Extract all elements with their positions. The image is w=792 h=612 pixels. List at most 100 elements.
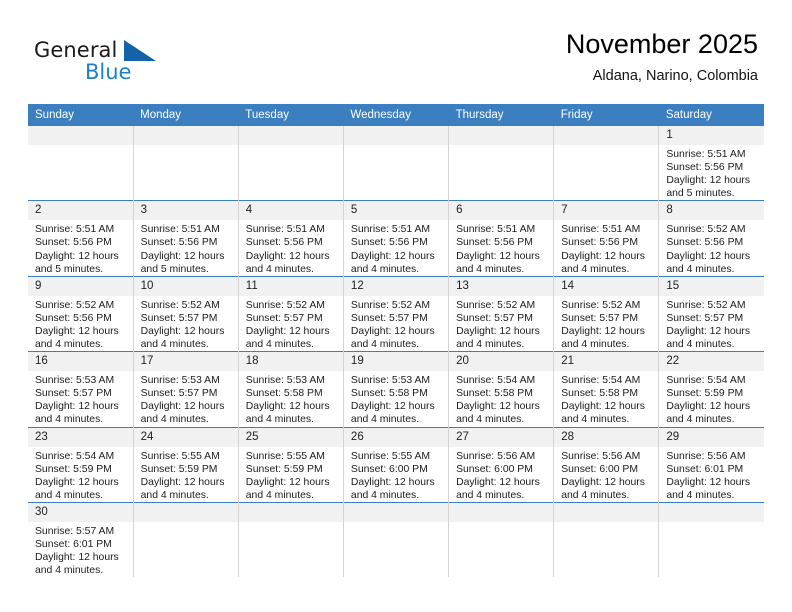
weekday-header-friday: Friday [553, 104, 659, 126]
daylight-duration-line1: Daylight: 12 hours [666, 401, 751, 413]
sunset-time: Sunset: 5:56 PM [456, 237, 533, 249]
day-details: Sunrise: 5:53 AM Sunset: 5:58 PM Daylight:… [239, 371, 343, 426]
day-number [238, 126, 343, 145]
calendar-day-cell[interactable]: 23 Sunrise: 5:54 AM Sunset: 5:59 PM Dayligh… [28, 426, 134, 503]
calendar-day-cell[interactable]: 13 Sunrise: 5:52 AM Sunset: 5:57 PM Dayligh… [448, 275, 555, 352]
calendar-day-cell[interactable]: 2 Sunrise: 5:51 AM Sunset: 5:56 PM Daylight… [28, 200, 134, 277]
calendar-day-cell[interactable]: 10 Sunrise: 5:52 AM Sunset: 5:57 PM Dayligh… [133, 275, 239, 352]
calendar-day-cell[interactable]: 6 Sunrise: 5:51 AM Sunset: 5:56 PM Daylight… [448, 200, 555, 277]
calendar-day-cell[interactable]: 18 Sunrise: 5:53 AM Sunset: 5:58 PM Dayligh… [238, 351, 344, 427]
daylight-duration-line2: and 5 minutes. [666, 188, 735, 200]
calendar-day-cell[interactable]: 16 Sunrise: 5:53 AM Sunset: 5:57 PM Dayligh… [28, 351, 134, 427]
day-number [133, 502, 238, 522]
calendar-week-row: 30 Sunrise: 5:57 AM Sunset: 6:01 PM Dayligh… [28, 501, 764, 578]
daylight-duration-line2: and 4 minutes. [561, 339, 630, 351]
calendar-week-row: 1 Sunrise: 5:51 AM Sunset: 5:56 PM Daylight… [28, 126, 764, 201]
day-number [133, 126, 238, 145]
calendar-day-cell[interactable]: 26 Sunrise: 5:55 AM Sunset: 6:00 PM Dayligh… [343, 426, 450, 503]
daylight-duration-line1: Daylight: 12 hours [666, 476, 751, 488]
sunrise-sunset-calendar-table: Sunday Monday Tuesday Wednesday Thursday… [28, 104, 764, 578]
calendar-day-cell-empty [133, 501, 239, 578]
day-details: Sunrise: 5:53 AM Sunset: 5:57 PM Daylight:… [28, 371, 133, 426]
daylight-duration-line2: and 4 minutes. [245, 339, 314, 351]
sunrise-time: Sunrise: 5:54 AM [561, 375, 641, 387]
sunset-time: Sunset: 5:57 PM [35, 388, 112, 400]
calendar-day-cell[interactable]: 22 Sunrise: 5:54 AM Sunset: 5:59 PM Dayligh… [658, 351, 764, 427]
day-details: Sunrise: 5:55 AM Sunset: 5:59 PM Daylight:… [239, 447, 343, 502]
calendar-day-cell[interactable]: 9 Sunrise: 5:52 AM Sunset: 5:56 PM Daylight… [28, 275, 134, 352]
daylight-duration-line1: Daylight: 12 hours [456, 401, 540, 413]
daylight-duration-line2: and 4 minutes. [245, 414, 314, 426]
calendar-body: 1 Sunrise: 5:51 AM Sunset: 5:56 PM Daylight… [28, 126, 764, 578]
day-number: 21 [554, 352, 659, 372]
day-number [449, 126, 554, 145]
calendar-day-cell[interactable]: 24 Sunrise: 5:55 AM Sunset: 5:59 PM Dayligh… [133, 426, 239, 503]
day-number: 30 [28, 502, 133, 522]
page-title: November 2025 [565, 29, 758, 59]
day-number [659, 502, 764, 522]
day-details: Sunrise: 5:51 AM Sunset: 5:56 PM Daylight:… [134, 220, 238, 275]
day-details: Sunrise: 5:52 AM Sunset: 5:57 PM Daylight:… [239, 296, 343, 351]
calendar-day-cell[interactable]: 1 Sunrise: 5:51 AM Sunset: 5:56 PM Daylight… [658, 126, 764, 201]
daylight-duration-line1: Daylight: 12 hours [140, 325, 225, 337]
daylight-duration-line1: Daylight: 12 hours [350, 401, 435, 413]
calendar-day-cell[interactable]: 21 Sunrise: 5:54 AM Sunset: 5:58 PM Dayligh… [553, 351, 660, 427]
day-details: Sunrise: 5:51 AM Sunset: 5:56 PM Daylight:… [344, 220, 448, 275]
day-number: 29 [659, 427, 764, 447]
weekday-header-row: Sunday Monday Tuesday Wednesday Thursday… [28, 104, 764, 126]
calendar-day-cell[interactable]: 15 Sunrise: 5:52 AM Sunset: 5:57 PM Dayligh… [658, 275, 764, 352]
daylight-duration-line2: and 4 minutes. [350, 263, 420, 275]
day-number: 25 [238, 427, 343, 447]
daylight-duration-line1: Daylight: 12 hours [666, 325, 751, 337]
calendar-day-cell[interactable]: 14 Sunrise: 5:52 AM Sunset: 5:57 PM Dayligh… [553, 275, 660, 352]
calendar-day-cell[interactable]: 8 Sunrise: 5:52 AM Sunset: 5:56 PM Daylight… [658, 200, 764, 277]
daylight-duration-line1: Daylight: 12 hours [245, 401, 330, 413]
sunset-time: Sunset: 5:56 PM [350, 237, 428, 249]
day-number: 19 [343, 352, 449, 372]
calendar-day-cell[interactable]: 5 Sunrise: 5:51 AM Sunset: 5:56 PM Daylight… [343, 200, 450, 277]
calendar-day-cell[interactable]: 7 Sunrise: 5:51 AM Sunset: 5:56 PM Daylight… [553, 200, 660, 277]
sunrise-time: Sunrise: 5:53 AM [35, 375, 115, 387]
day-number [449, 502, 554, 522]
calendar-day-cell[interactable]: 19 Sunrise: 5:53 AM Sunset: 5:58 PM Dayligh… [343, 351, 450, 427]
daylight-duration-line2: and 5 minutes. [35, 263, 104, 275]
day-number: 24 [133, 427, 238, 447]
calendar-week-row: 23 Sunrise: 5:54 AM Sunset: 5:59 PM Dayligh… [28, 426, 764, 503]
daylight-duration-line2: and 4 minutes. [350, 489, 420, 501]
weekday-header-wednesday: Wednesday [343, 104, 449, 126]
day-number: 28 [554, 427, 659, 447]
sunrise-time: Sunrise: 5:57 AM [35, 525, 115, 537]
calendar-day-cell-empty [658, 501, 764, 578]
day-details: Sunrise: 5:53 AM Sunset: 5:58 PM Daylight:… [344, 371, 448, 426]
calendar-day-cell[interactable]: 12 Sunrise: 5:52 AM Sunset: 5:57 PM Dayligh… [343, 275, 450, 352]
daylight-duration-line2: and 4 minutes. [35, 339, 104, 351]
calendar-day-cell[interactable]: 11 Sunrise: 5:52 AM Sunset: 5:57 PM Dayligh… [238, 275, 344, 352]
daylight-duration-line2: and 4 minutes. [666, 489, 735, 501]
calendar-day-cell[interactable]: 17 Sunrise: 5:53 AM Sunset: 5:57 PM Dayligh… [133, 351, 239, 427]
daylight-duration-line1: Daylight: 12 hours [35, 250, 119, 262]
day-number: 9 [28, 276, 133, 296]
calendar-day-cell[interactable]: 29 Sunrise: 5:56 AM Sunset: 6:01 PM Dayligh… [658, 426, 764, 503]
sunset-time: Sunset: 5:59 PM [35, 463, 112, 475]
generalblue-logo[interactable]: General Blue [34, 38, 214, 90]
day-details: Sunrise: 5:56 AM Sunset: 6:00 PM Daylight:… [554, 447, 658, 502]
calendar-day-cell[interactable]: 3 Sunrise: 5:51 AM Sunset: 5:56 PM Daylight… [133, 200, 239, 277]
day-number: 4 [238, 201, 343, 221]
sunrise-time: Sunrise: 5:52 AM [35, 299, 115, 311]
sunset-time: Sunset: 6:01 PM [666, 463, 744, 475]
sunset-time: Sunset: 6:01 PM [35, 538, 112, 550]
daylight-duration-line2: and 4 minutes. [456, 414, 525, 426]
calendar-day-cell[interactable]: 27 Sunrise: 5:56 AM Sunset: 6:00 PM Dayligh… [448, 426, 555, 503]
calendar-day-cell[interactable]: 4 Sunrise: 5:51 AM Sunset: 5:56 PM Daylight… [238, 200, 344, 277]
day-details: Sunrise: 5:51 AM Sunset: 5:56 PM Daylight:… [28, 220, 133, 275]
calendar-day-cell[interactable]: 20 Sunrise: 5:54 AM Sunset: 5:58 PM Dayligh… [448, 351, 555, 427]
calendar-day-cell[interactable]: 30 Sunrise: 5:57 AM Sunset: 6:01 PM Dayligh… [28, 501, 134, 578]
daylight-duration-line1: Daylight: 12 hours [140, 476, 225, 488]
sunset-time: Sunset: 5:58 PM [456, 388, 533, 400]
calendar-day-cell[interactable]: 28 Sunrise: 5:56 AM Sunset: 6:00 PM Dayligh… [553, 426, 660, 503]
sunset-time: Sunset: 6:00 PM [456, 463, 533, 475]
daylight-duration-line2: and 4 minutes. [666, 414, 735, 426]
daylight-duration-line1: Daylight: 12 hours [245, 476, 330, 488]
sunset-time: Sunset: 6:00 PM [561, 463, 639, 475]
calendar-day-cell[interactable]: 25 Sunrise: 5:55 AM Sunset: 5:59 PM Dayligh… [238, 426, 344, 503]
